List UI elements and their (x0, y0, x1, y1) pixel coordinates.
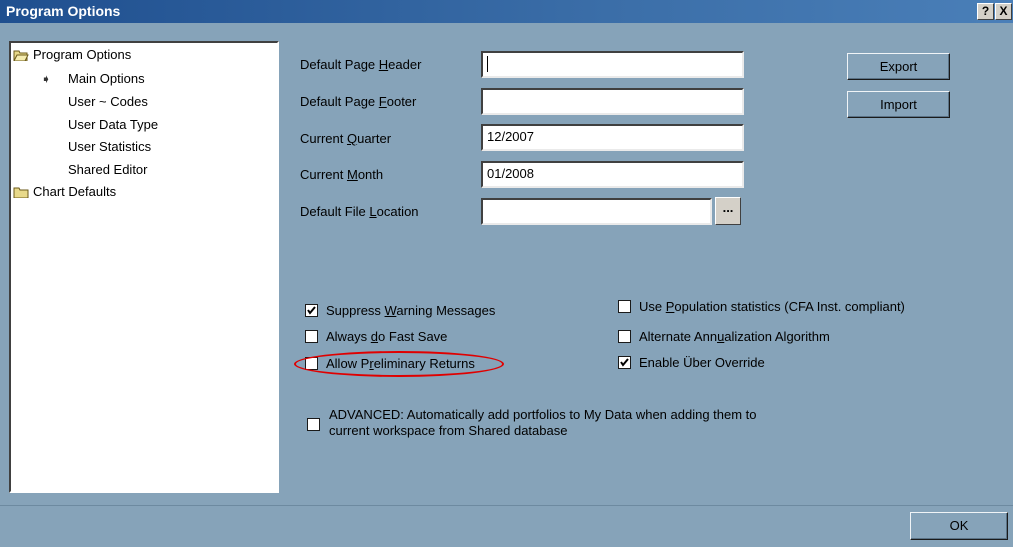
advanced-auto-add-checkbox[interactable] (307, 418, 320, 431)
population-statistics-label[interactable]: Use Population statistics (CFA Inst. com… (639, 299, 905, 314)
checkmark-icon (620, 358, 629, 367)
import-button[interactable]: Import (847, 91, 950, 118)
tree-item-user-statistics[interactable]: User Statistics (68, 139, 151, 154)
default-page-footer-label: Default Page Footer (300, 94, 417, 109)
current-quarter-label: Current Quarter (300, 131, 392, 146)
default-file-location-input[interactable] (481, 198, 712, 225)
uber-override-checkbox[interactable] (618, 356, 631, 369)
folder-icon (13, 187, 29, 198)
population-statistics-checkbox[interactable] (618, 300, 631, 313)
tree-item-label: Main Options (68, 71, 145, 86)
export-button[interactable]: Export (847, 53, 950, 80)
tree-item-user-data-type[interactable]: User Data Type (68, 117, 158, 132)
ok-button[interactable]: OK (910, 512, 1008, 540)
tree-item-label: Shared Editor (68, 162, 148, 177)
current-month-input[interactable]: 01/2008 (481, 161, 744, 188)
advanced-auto-add-label[interactable]: ADVANCED: Automatically add portfolios t… (329, 407, 757, 439)
title-bar: Program Options ? X (0, 0, 1013, 23)
window-title: Program Options (6, 3, 121, 19)
close-button[interactable]: X (995, 3, 1012, 20)
uber-override-label[interactable]: Enable Über Override (639, 355, 765, 370)
current-quarter-input[interactable]: 12/2007 (481, 124, 744, 151)
fast-save-checkbox[interactable] (305, 330, 318, 343)
program-options-dialog: Program Options ? X Program Options ➧ Ma… (0, 0, 1013, 547)
suppress-warning-label[interactable]: Suppress Warning Messages (326, 303, 495, 318)
tree-item-label: Chart Defaults (33, 184, 117, 199)
red-highlight-ellipse (294, 351, 504, 377)
default-page-header-input[interactable] (481, 51, 744, 78)
current-month-label: Current Month (300, 167, 384, 182)
tree-item-label: User Statistics (68, 139, 152, 154)
advanced-label-line2: current workspace from Shared database (329, 423, 568, 438)
alternate-annualization-checkbox[interactable] (618, 330, 631, 343)
dialog-footer (0, 505, 1013, 547)
default-page-header-label: Default Page Header (300, 57, 422, 72)
suppress-warning-checkbox[interactable] (305, 304, 318, 317)
checkmark-icon (307, 306, 316, 315)
tree-item-shared-editor[interactable]: Shared Editor (68, 162, 148, 177)
alternate-annualization-label[interactable]: Alternate Annualization Algorithm (639, 329, 830, 344)
fast-save-label[interactable]: Always do Fast Save (326, 329, 447, 344)
advanced-label-line1: ADVANCED: Automatically add portfolios t… (329, 407, 757, 422)
text-cursor (487, 56, 488, 72)
default-page-footer-input[interactable] (481, 88, 744, 115)
options-tree[interactable]: Program Options ➧ Main Options User ~ Co… (9, 41, 279, 493)
browse-button[interactable]: ... (715, 197, 741, 225)
tree-item-label: Program Options (33, 47, 132, 62)
tree-item-user-codes[interactable]: User ~ Codes (68, 94, 148, 109)
default-file-location-label: Default File Location (300, 204, 419, 219)
open-folder-icon (13, 50, 29, 61)
tree-item-label: User Data Type (68, 117, 159, 132)
help-button[interactable]: ? (977, 3, 994, 20)
tree-item-label: User ~ Codes (68, 94, 148, 109)
arrow-right-icon: ➧ (41, 72, 52, 86)
